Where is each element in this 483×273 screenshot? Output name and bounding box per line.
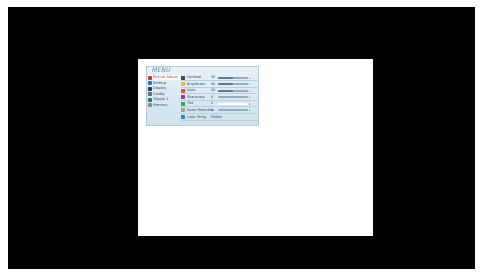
chevron-right-icon: ▸ bbox=[249, 108, 251, 113]
menu-item-setting[interactable]: Setting bbox=[148, 81, 180, 86]
menu-item-label: Memory bbox=[153, 102, 168, 107]
brightness-icon bbox=[181, 82, 185, 87]
setting-slider[interactable] bbox=[218, 89, 248, 92]
setting-icon bbox=[148, 81, 152, 85]
sharpness-icon bbox=[181, 95, 185, 100]
setting-value: 0 bbox=[211, 101, 214, 106]
setting-slider[interactable] bbox=[218, 76, 248, 79]
setting-text-value: Middle bbox=[211, 114, 223, 119]
menu-item-label: Setting bbox=[153, 80, 166, 85]
setting-slider[interactable] bbox=[218, 96, 248, 99]
monitor-frame: MENU Picture Adjust Setting Display Config T… bbox=[8, 7, 475, 269]
setting-slider[interactable] bbox=[218, 109, 248, 112]
osd-title: MENU bbox=[152, 67, 171, 74]
setting-row-brightness[interactable]: Brightness 50 ▸ bbox=[181, 82, 257, 88]
menu-item-label: Config bbox=[153, 91, 165, 96]
menu-item-label: Display bbox=[153, 86, 167, 90]
tint-icon bbox=[181, 101, 185, 106]
display-icon bbox=[148, 86, 152, 91]
setting-slider[interactable] bbox=[218, 102, 248, 105]
chevron-right-icon: ▸ bbox=[249, 82, 251, 87]
setting-label: Color Temp. bbox=[187, 114, 208, 119]
slider-fill bbox=[218, 83, 233, 86]
setting-row-sharpness[interactable]: Sharpness 0 ▸ bbox=[181, 95, 257, 101]
contrast-icon bbox=[181, 75, 185, 80]
menu-item-label: Picture Adjust bbox=[153, 75, 178, 79]
setting-label: Brightness bbox=[187, 81, 206, 86]
color-icon bbox=[181, 88, 185, 93]
noise-reduction-icon bbox=[181, 108, 185, 113]
setting-value: 50 bbox=[211, 81, 216, 86]
chevron-right-icon: ▸ bbox=[249, 88, 251, 93]
menu-item-display[interactable]: Display bbox=[148, 86, 180, 91]
slider-fill bbox=[218, 89, 233, 92]
chevron-right-icon: ▸ bbox=[249, 101, 251, 106]
color-temp-icon bbox=[181, 115, 185, 120]
setting-row-color-temp[interactable]: Color Temp. Middle bbox=[181, 115, 257, 121]
setting-row-color[interactable]: Color 50 ▸ bbox=[181, 88, 257, 95]
picture-icon bbox=[148, 75, 152, 80]
setting-label: Tint bbox=[187, 101, 194, 106]
setting-value: 50 bbox=[211, 75, 216, 79]
menu-item-label: Trigger 1 bbox=[153, 97, 169, 101]
setting-label: Sharpness bbox=[187, 94, 205, 99]
setting-value: 0 bbox=[211, 107, 214, 112]
menu-item-trigger-1[interactable]: Trigger 1 bbox=[148, 97, 180, 102]
menu-item-picture-adjust[interactable]: Picture Adjust bbox=[148, 75, 180, 80]
setting-row-tint[interactable]: Tint 0 ▸ bbox=[181, 101, 257, 108]
setting-value: 50 bbox=[211, 88, 216, 93]
memory-icon bbox=[148, 103, 152, 107]
chevron-right-icon: ▸ bbox=[249, 75, 251, 80]
setting-row-contrast[interactable]: Contrast 50 ▸ bbox=[181, 75, 257, 81]
menu-item-config[interactable]: Config bbox=[148, 92, 180, 97]
chevron-right-icon: ▸ bbox=[249, 95, 251, 100]
setting-value: 0 bbox=[211, 94, 214, 99]
setting-label: Contrast bbox=[187, 75, 202, 79]
setting-slider[interactable] bbox=[218, 83, 248, 86]
trigger-icon bbox=[148, 97, 152, 102]
menu-item-memory[interactable]: Memory bbox=[148, 103, 180, 108]
osd-settings-list: Contrast 50 ▸ Brightness 50 ▸ Color 50 ▸ Sharpnes… bbox=[181, 75, 257, 121]
osd-menu-panel: MENU Picture Adjust Setting Display Config T… bbox=[146, 66, 259, 126]
setting-row-noise-reduction[interactable]: Noise Reduction 0 ▸ bbox=[181, 108, 257, 114]
osd-category-list: Picture Adjust Setting Display Config Trigge… bbox=[148, 75, 180, 108]
setting-label: Color bbox=[187, 88, 196, 93]
slider-fill bbox=[218, 76, 233, 79]
screen-area: MENU Picture Adjust Setting Display Config T… bbox=[138, 59, 373, 236]
setting-label: Noise Reduction bbox=[187, 107, 215, 112]
config-icon bbox=[148, 92, 152, 96]
